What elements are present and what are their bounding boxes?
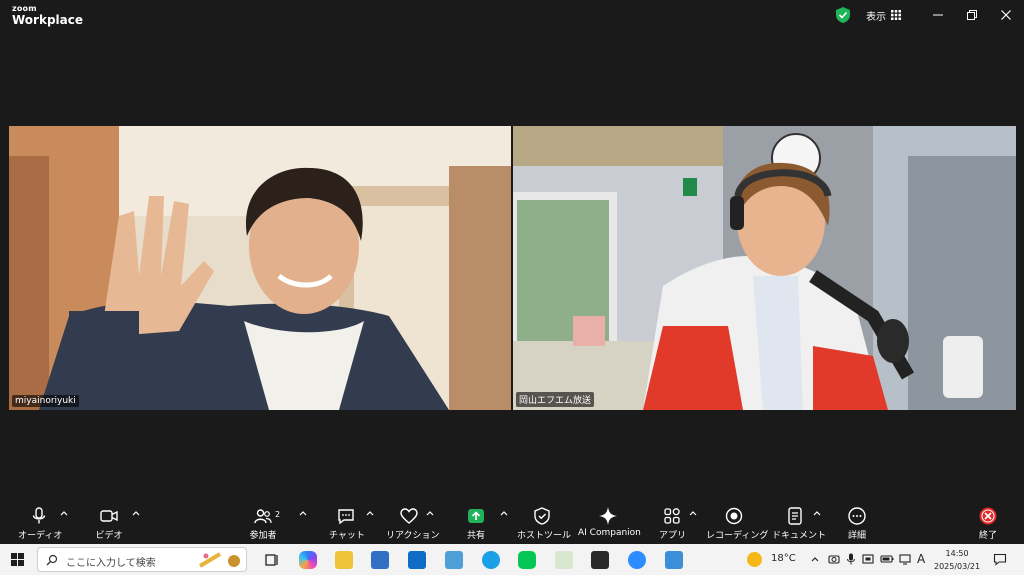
participants-icon	[254, 509, 272, 524]
taskbar-clock[interactable]: 14:50 2025/03/21	[934, 547, 980, 573]
video-tile-1[interactable]: miyainoriyuki	[9, 126, 511, 410]
chevron-up-icon[interactable]	[131, 509, 141, 517]
more-label: 詳細	[847, 531, 866, 541]
battery-icon[interactable]	[880, 553, 894, 565]
logo-line2: Workplace	[12, 13, 84, 27]
copilot-icon[interactable]	[299, 551, 317, 569]
clock-date: 2025/03/21	[934, 562, 981, 571]
share-label: 共有	[466, 531, 485, 541]
document-icon	[788, 507, 802, 525]
skype-icon[interactable]	[482, 551, 500, 569]
recording-button[interactable]: レコーディング	[706, 506, 769, 541]
chevron-up-icon[interactable]	[59, 509, 69, 517]
participants-count: 2	[275, 510, 281, 519]
shield-check-icon[interactable]	[836, 7, 850, 23]
video-button[interactable]: ビデオ	[94, 506, 124, 541]
reactions-label: リアクション	[386, 531, 440, 541]
chevron-up-icon[interactable]	[365, 509, 375, 517]
photos-icon[interactable]	[445, 551, 463, 569]
search-placeholder: ここに入力して検索	[66, 558, 156, 569]
documents-label: ドキュメント	[772, 531, 827, 541]
share-button[interactable]: 共有	[463, 506, 489, 541]
chevron-up-icon[interactable]	[812, 509, 822, 517]
view-menu-label[interactable]: 表示	[866, 8, 886, 23]
temperature-text: 18°C	[771, 553, 796, 564]
video-tile-2[interactable]: 岡山エフエム放送	[513, 126, 1016, 410]
network-icon[interactable]	[899, 553, 911, 565]
clock-time: 14:50	[945, 549, 969, 558]
task-view-icon[interactable]	[263, 551, 281, 569]
image-viewer-icon[interactable]	[665, 551, 683, 569]
paint-icon[interactable]	[555, 551, 573, 569]
ime-indicator[interactable]: A	[917, 552, 925, 566]
camera-tray-icon[interactable]	[828, 553, 840, 565]
chevron-up-icon[interactable]	[688, 509, 698, 517]
apps-icon	[664, 508, 680, 524]
heart-icon	[400, 508, 418, 524]
video-camera-icon	[100, 510, 118, 522]
microsoft-store-icon[interactable]	[371, 551, 389, 569]
grid-icon[interactable]	[891, 10, 901, 20]
chevron-up-icon[interactable]	[810, 555, 820, 563]
host-tools-label: ホストツール	[517, 531, 572, 541]
end-call-icon	[979, 507, 997, 525]
notification-icon[interactable]	[993, 553, 1007, 566]
host-tools-button[interactable]: ホストツール	[517, 506, 572, 541]
audio-button[interactable]: オーディオ	[18, 506, 63, 541]
logo-line1: zoom	[12, 4, 37, 13]
chevron-up-icon[interactable]	[499, 509, 509, 517]
more-icon	[848, 507, 866, 525]
file-explorer-icon[interactable]	[335, 551, 353, 569]
title-bar: zoom Workplace 表示	[0, 0, 1024, 32]
sun-weather-icon[interactable]	[747, 552, 762, 567]
end-label: 終了	[978, 531, 997, 541]
apps-label: アプリ	[659, 531, 687, 541]
microphone-tray-icon[interactable]	[846, 553, 856, 565]
sparkle-icon	[599, 507, 617, 525]
chat-icon	[338, 509, 354, 525]
screen-capture-icon[interactable]	[862, 553, 874, 565]
record-icon	[725, 507, 743, 525]
taskbar-search-box[interactable]: ここに入力して検索	[37, 547, 247, 572]
minimize-icon[interactable]	[931, 8, 945, 22]
meeting-stage: miyainoriyuki 岡山エフエム放送	[0, 32, 1024, 500]
search-icon	[46, 554, 58, 566]
outlook-icon[interactable]	[408, 551, 426, 569]
participant-video-2	[513, 126, 1016, 410]
chat-button[interactable]: チャット	[329, 506, 365, 541]
restore-icon[interactable]	[965, 8, 979, 22]
participants-label: 参加者	[249, 531, 277, 541]
microphone-icon	[32, 507, 46, 524]
ai-companion-button[interactable]: AI Companion	[578, 506, 641, 538]
shield-icon	[534, 507, 550, 525]
more-button[interactable]: 詳細	[844, 506, 870, 541]
end-meeting-button[interactable]: 終了	[976, 506, 1000, 541]
close-icon[interactable]	[999, 8, 1013, 22]
zoom-app-icon[interactable]	[628, 551, 646, 569]
windows-start-icon[interactable]	[11, 553, 24, 566]
chat-label: チャット	[329, 531, 365, 541]
chevron-up-icon[interactable]	[298, 509, 308, 517]
meeting-toolbar: オーディオ ビデオ 参加者 2 チャット リアクション 共有 ホストツール AI…	[0, 500, 1024, 544]
recording-label: レコーディング	[706, 531, 769, 541]
video-label: ビデオ	[95, 531, 123, 541]
line-app-icon[interactable]	[518, 551, 536, 569]
zoom-logo: zoom Workplace	[12, 4, 84, 27]
chevron-up-icon[interactable]	[425, 509, 435, 517]
apps-button[interactable]: アプリ	[659, 506, 687, 541]
audio-label: オーディオ	[18, 531, 63, 541]
search-highlight-icon	[198, 552, 240, 568]
participant-name-label: 岡山エフエム放送	[516, 392, 595, 407]
share-screen-icon	[468, 509, 484, 523]
participant-name-label: miyainoriyuki	[12, 395, 79, 407]
terminal-icon[interactable]	[591, 551, 609, 569]
ai-companion-label: AI Companion	[578, 528, 641, 538]
participant-video-1	[9, 126, 511, 410]
windows-taskbar: ここに入力して検索 18°C A 14:50 2025/03/21	[0, 544, 1024, 575]
